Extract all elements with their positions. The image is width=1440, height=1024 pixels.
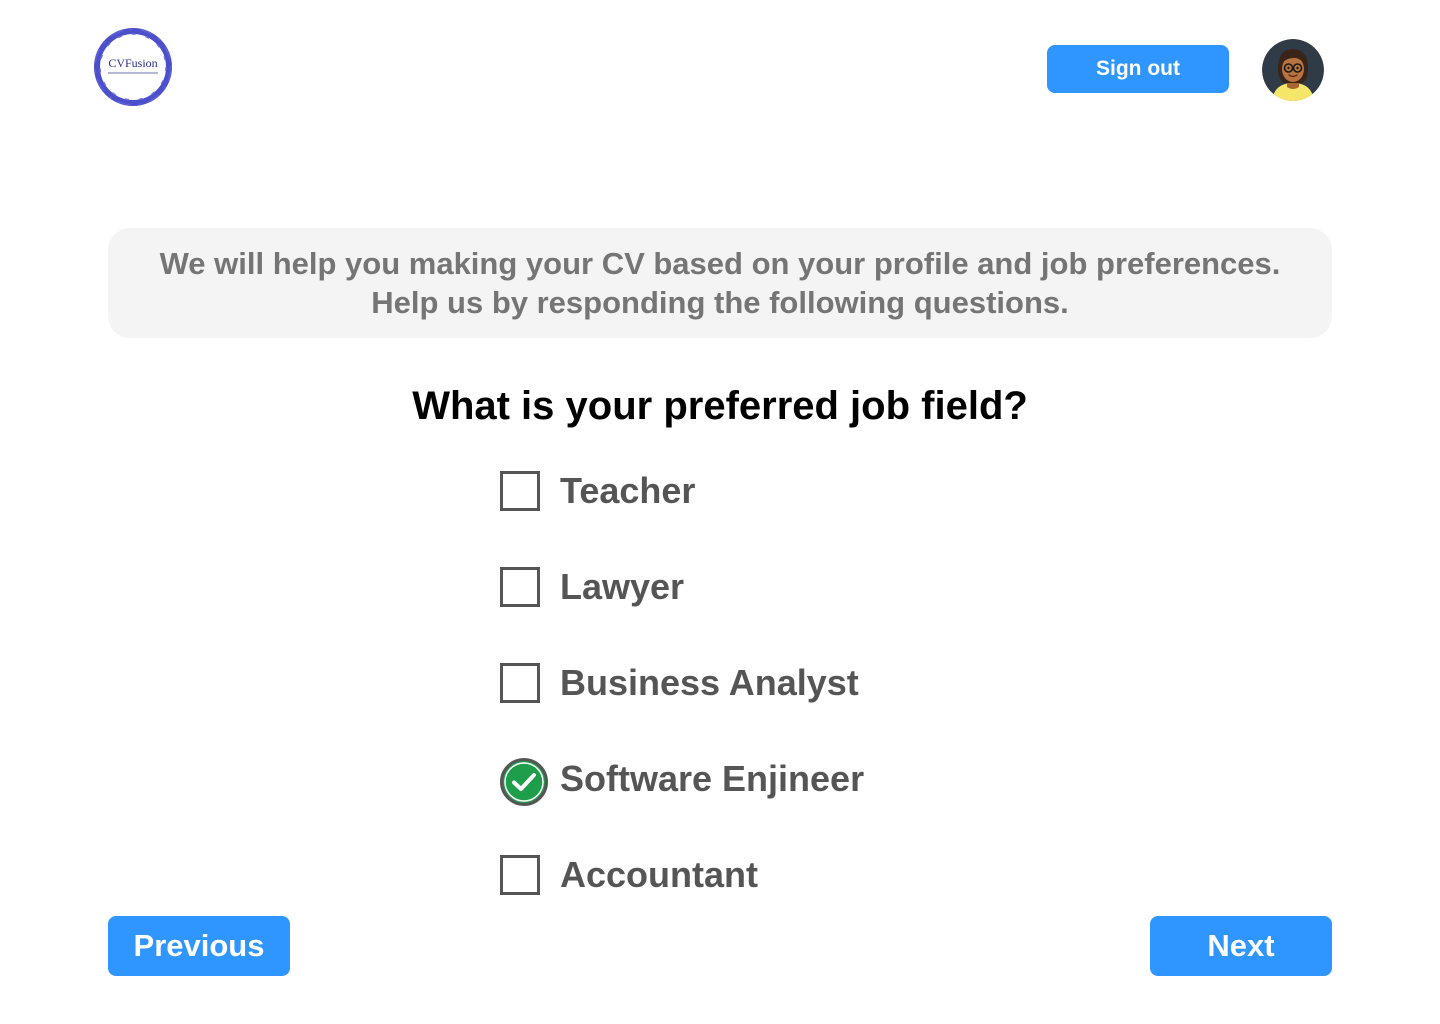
logo-text: CVFusion [108,56,158,70]
option-label: Software Enjineer [560,758,865,799]
checkbox-unchecked[interactable] [500,663,540,703]
question-title: What is your preferred job field? [412,384,1028,428]
cvfusion-logo-icon[interactable]: CVFusion [90,24,176,110]
option-label: Lawyer [560,566,685,607]
option-business-analyst[interactable]: Business Analyst [500,662,1000,704]
logo-tagline [108,72,158,74]
option-teacher[interactable]: Teacher [500,470,1000,512]
option-label: Accountant [560,854,758,895]
check-circle-icon[interactable] [500,758,548,806]
checkbox-unchecked[interactable] [500,567,540,607]
option-lawyer[interactable]: Lawyer [500,566,1000,608]
option-label: Business Analyst [560,662,859,703]
option-accountant[interactable]: Accountant [500,854,1000,896]
previous-button[interactable]: Previous [108,916,290,976]
intro-message-box: We will help you making your CV based on… [108,228,1332,338]
avatar-icon[interactable] [1262,39,1324,101]
next-button[interactable]: Next [1150,916,1332,976]
option-label: Teacher [560,470,696,511]
sign-out-button[interactable]: Sign out [1047,45,1229,93]
option-software-engineer[interactable]: Software Enjineer [500,758,1000,806]
checkbox-unchecked[interactable] [500,471,540,511]
intro-line-2: Help us by responding the following ques… [371,285,1069,320]
checkbox-unchecked[interactable] [500,855,540,895]
intro-line-1: We will help you making your CV based on… [159,246,1281,281]
